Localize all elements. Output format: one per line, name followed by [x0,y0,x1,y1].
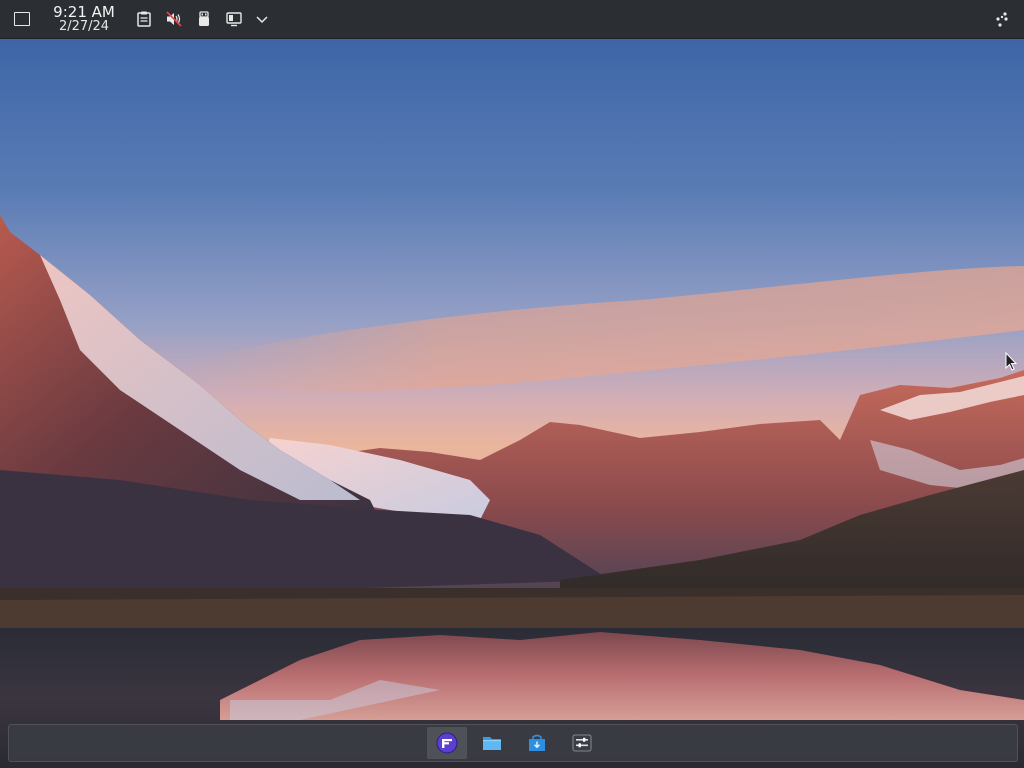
app-launcher-icon [436,732,458,754]
show-desktop-icon [14,12,30,26]
dock-item-app-launcher[interactable] [427,727,467,759]
top-panel: 9:21 AM 2/27/24 [0,0,1024,39]
activities-button[interactable] [988,5,1016,33]
dock-item-software-store[interactable] [517,727,557,759]
desktop: 9:21 AM 2/27/24 [0,0,1024,768]
system-settings-icon [572,734,592,752]
file-manager-icon [483,737,501,750]
wallpaper [0,0,1024,768]
expand-tray-chevron-icon[interactable] [252,9,272,29]
show-desktop-button[interactable] [8,5,36,33]
display-icon[interactable] [224,9,244,29]
dock [8,724,1018,762]
mouse-cursor-icon [1005,352,1018,371]
clock-date: 2/27/24 [58,19,110,34]
activities-icon [996,12,1008,27]
volume-muted-icon[interactable] [164,9,184,29]
software-store-icon [529,734,545,751]
removable-device-icon[interactable] [194,9,214,29]
clipboard-icon[interactable] [134,9,154,29]
clock-time: 9:21 AM [53,3,115,21]
dock-item-file-manager[interactable] [472,727,512,759]
clock[interactable]: 9:21 AM 2/27/24 [48,4,120,34]
dock-item-system-settings[interactable] [562,727,602,759]
